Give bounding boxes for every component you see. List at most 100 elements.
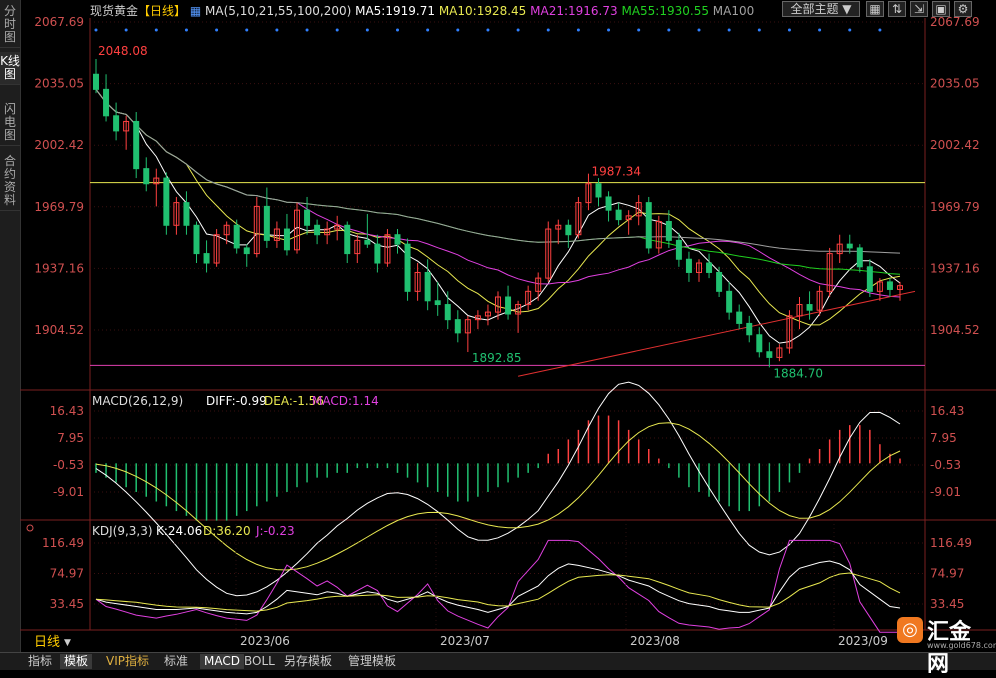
chart-tool-button-1[interactable]: ▦ [866,1,884,17]
event-marker-dot [787,28,791,32]
xaxis-date-label: 2023/06 [240,634,290,648]
event-marker-dot [184,28,188,32]
candle-body [364,239,371,245]
candle-body [736,311,743,324]
chart-header: 现货黄金【日线】 ▦ MA(5,10,21,55,100,200) MA5:19… [90,2,754,19]
kline-chart-area[interactable]: 2067.69 2067.69 2035.05 2035.05 2002.42 2002.… [20,0,996,652]
ma100-value: MA100 [712,4,755,18]
chart-tool-button-4[interactable]: ▣ [932,1,950,17]
candle-body [645,202,652,249]
price-tick-left: 2035.05 [34,77,84,91]
bottom-tab-vip-indicators[interactable]: VIP指标 [102,654,153,669]
candle-body [675,239,682,260]
xaxis-date-label: 2023/09 [838,634,888,648]
expand-icon: ⇲ [913,2,925,16]
price-tick-left: 1937.16 [34,261,84,275]
candle-body [726,290,733,313]
event-marker-dot [335,28,339,32]
kdj-d-value: D:36.20 [203,524,251,538]
kdj-k-value: K:24.06 [156,524,202,538]
price-tick-left: 2067.69 [34,15,84,29]
chart-tool-button-5[interactable]: ⚙ [954,1,972,17]
candle-body [233,224,240,249]
price-tick-left: 2002.42 [34,138,84,152]
annotation-low1: 1892.85 [472,351,522,365]
bottom-tab-macd[interactable]: MACD [200,654,244,669]
macd-tick-right: -0.53 [930,458,961,472]
candle-body [846,243,853,249]
price-tick-right: 2035.05 [930,77,980,91]
grid-icon: ▦ [869,2,881,16]
event-marker-dot [396,28,399,32]
tab-kline[interactable]: K线图 [0,52,20,85]
event-marker-dot [154,28,158,32]
chart-svg[interactable]: 2067.69 2067.69 2035.05 2035.05 2002.42 2002.… [20,0,996,652]
ma10-value: MA10:1928.45 [438,4,527,18]
event-marker-dot [94,28,98,32]
left-view-tabs: 分时图 K线图 闪电图 合约资料 [0,0,21,652]
candle-body [505,296,512,315]
bottom-tab-template[interactable]: 模板 [60,654,93,669]
theme-select[interactable]: 全部主题 ▼ [782,1,860,17]
bottom-tab-boll[interactable]: BOLL [240,654,279,669]
kdj-j-value: J:-0.23 [255,524,295,538]
settings-icon: ⚙ [957,2,969,16]
chart-settings-icon[interactable]: ▦ [190,4,201,18]
xaxis-date-label: 2023/07 [440,634,490,648]
tab-flash[interactable]: 闪电图 [0,100,20,146]
kdj-tick-left: 33.45 [50,597,84,611]
candle-body [866,266,873,292]
ma-params: MA(5,10,21,55,100,200) [205,4,352,18]
event-marker-dot [456,28,460,32]
candle-body [716,271,723,292]
candle-body [706,262,713,273]
candle-body [304,209,311,226]
chart-tool-button-3[interactable]: ⇲ [910,1,928,17]
period-select[interactable]: 日线 [34,635,60,650]
price-tick-left: 1969.79 [34,200,84,214]
candle-body [454,319,461,334]
logo-site: www.gold678.com [927,641,996,650]
price-tick-right: 2002.42 [930,138,980,152]
candle-body [283,228,290,251]
candle-body [263,205,270,241]
candle-body [886,281,893,290]
chart-tool-button-2[interactable]: ⇅ [888,1,906,17]
event-marker-dot [516,28,520,32]
candle-body [605,196,612,211]
event-marker-dot [667,28,671,32]
macd-tick-left: 7.95 [57,431,84,445]
macd-tick-right: -9.01 [930,485,961,499]
candle-body [344,224,351,255]
candle-body [143,168,150,185]
bottom-tab-indicators[interactable]: 指标 [24,654,56,669]
candle-body [746,322,753,336]
event-marker-dot [305,28,309,32]
bottom-tab-save-template[interactable]: 另存模板 [280,654,336,669]
candle-body [163,177,170,226]
macd-hist-value: MACD:1.14 [312,394,379,408]
bottom-tab-standard[interactable]: 标准 [160,654,192,669]
event-marker-dot [727,28,731,32]
annotation-high: 2048.08 [98,44,148,58]
ma200-line [517,290,916,377]
xaxis-date-label: 2023/08 [630,634,680,648]
tab-contract-info[interactable]: 合约资料 [0,152,20,211]
dropdown-arrow-icon: ▼ [842,2,852,16]
candle-body [183,202,190,226]
event-marker-dot [607,28,611,32]
candle-body [193,224,200,255]
macd-diff-value: DIFF:-0.99 [206,394,267,408]
candle-body [806,304,813,311]
tab-timeshare[interactable]: 分时图 [0,2,20,48]
annotation-low2: 1884.70 [773,366,823,380]
event-marker-dot [576,28,580,32]
candle-body [113,115,120,132]
macd-tick-left: -0.53 [53,458,84,472]
candle-body [203,253,210,264]
candle-body [243,247,250,255]
bottom-tab-manage-template[interactable]: 管理模板 [344,654,400,669]
kdj-params: KDJ(9,3,3) [92,524,153,538]
period-dropdown-icon[interactable]: ▼ [64,638,71,648]
symbol-name: 现货黄金 [90,4,139,18]
